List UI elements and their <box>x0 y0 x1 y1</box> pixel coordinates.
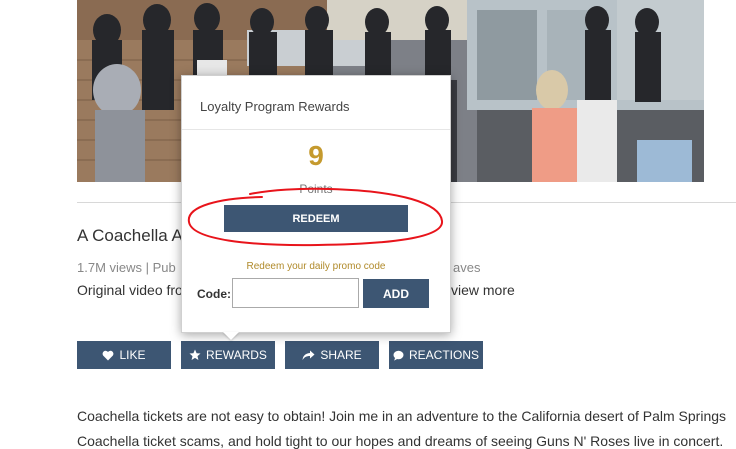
popup-pointer <box>223 332 239 340</box>
like-button[interactable]: LIKE <box>77 341 171 369</box>
loyalty-rewards-popup: Loyalty Program Rewards 9 Points REDEEM … <box>181 75 451 333</box>
star-icon <box>189 349 201 360</box>
view-more-link[interactable]: view more <box>451 282 515 298</box>
points-label: Points <box>299 182 333 196</box>
reactions-button[interactable]: REACTIONS <box>389 341 483 369</box>
promo-code-hint: Redeem your daily promo code <box>246 261 386 272</box>
redeem-button[interactable]: REDEEM <box>224 205 408 232</box>
add-code-button[interactable]: ADD <box>363 279 429 308</box>
description-line-2: Coachella ticket scams, and hold tight t… <box>77 433 724 449</box>
points-value: 9 <box>308 140 324 171</box>
reactions-label: REACTIONS <box>408 348 479 362</box>
share-label: SHARE <box>320 348 362 362</box>
rewards-label: REWARDS <box>206 348 267 362</box>
share-button[interactable]: SHARE <box>285 341 379 369</box>
heart-icon <box>103 350 114 360</box>
promo-code-input[interactable] <box>232 278 359 308</box>
rewards-button[interactable]: REWARDS <box>181 341 275 369</box>
chat-bubble-icon <box>393 350 404 361</box>
code-label: Code: <box>197 287 231 301</box>
popup-divider <box>182 129 450 130</box>
like-label: LIKE <box>119 348 146 362</box>
video-meta: 1.7M views | Pub <box>77 260 176 275</box>
popup-title: Loyalty Program Rewards <box>200 99 350 114</box>
video-description: Original video fro <box>77 282 183 298</box>
video-title: A Coachella A <box>77 226 183 245</box>
video-meta-saves: aves <box>453 260 481 275</box>
description-line-1: Coachella tickets are not easy to obtain… <box>77 408 727 424</box>
share-arrow-icon <box>302 350 315 360</box>
